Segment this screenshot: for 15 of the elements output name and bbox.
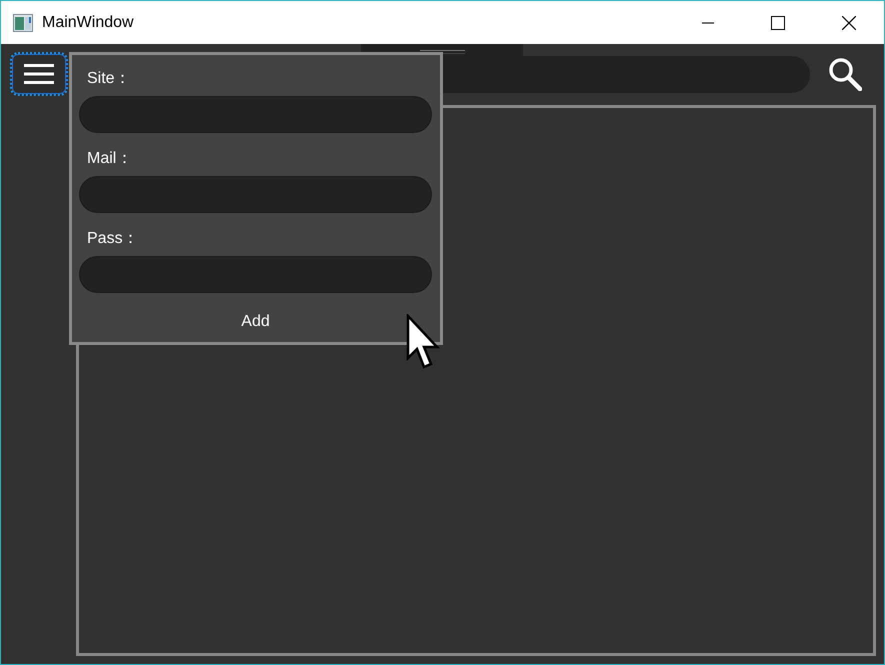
app-icon: [13, 14, 33, 32]
input-field[interactable]: [79, 96, 432, 133]
field-label: Site：: [87, 69, 131, 89]
cursor-icon: [406, 314, 442, 370]
maximize-icon[interactable]: [771, 16, 785, 30]
close-icon[interactable]: [842, 16, 856, 30]
window-title: MainWindow: [42, 14, 134, 32]
menu-button[interactable]: [10, 52, 68, 96]
input-field[interactable]: [79, 176, 432, 213]
field-label: Mail：: [87, 149, 132, 169]
add-button[interactable]: Add: [231, 309, 280, 335]
input-field[interactable]: [79, 256, 432, 293]
search-icon[interactable]: [828, 57, 862, 91]
field-label: Pass：: [87, 229, 139, 249]
menu-icon: [24, 63, 54, 85]
